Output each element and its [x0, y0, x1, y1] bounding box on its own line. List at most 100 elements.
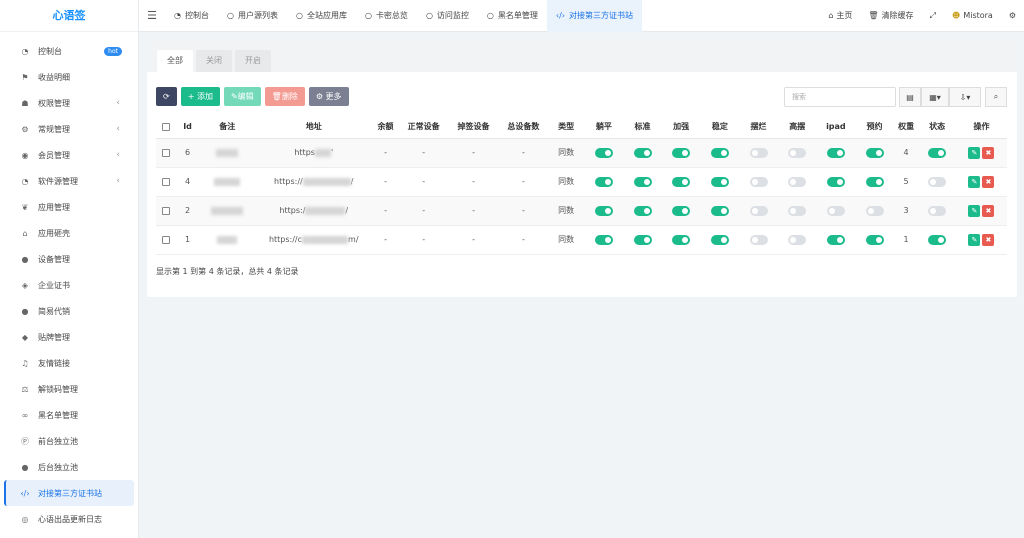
toggle-switch[interactable]	[672, 176, 691, 187]
toggle-switch[interactable]	[826, 205, 845, 216]
column-header[interactable]: Id	[176, 116, 199, 139]
sidebar-item[interactable]: ❦ 应用管理	[4, 194, 134, 220]
sidebar-item[interactable]: ● 后台独立池	[4, 454, 134, 480]
settings-button[interactable]: ⚙	[1001, 11, 1024, 20]
search-button[interactable]: ⌕	[985, 87, 1007, 107]
top-tab[interactable]: ◔ 控制台	[165, 0, 218, 32]
toggle-switch[interactable]	[788, 234, 807, 245]
column-header[interactable]: 总设备数	[499, 116, 548, 139]
toggle-switch[interactable]	[633, 205, 652, 216]
sidebar-item[interactable]: ◔ 控制台 hot	[4, 38, 134, 64]
toggle-switch[interactable]	[710, 147, 729, 158]
status-switch[interactable]	[928, 147, 947, 158]
sidebar-item[interactable]: ♫ 友情链接	[4, 350, 134, 376]
column-header[interactable]: 备注	[198, 116, 256, 139]
column-header[interactable]: 标准	[623, 116, 662, 139]
column-header[interactable]: 正常设备	[399, 116, 449, 139]
column-header[interactable]: 操作	[955, 116, 1007, 139]
toggle-switch[interactable]	[826, 147, 845, 158]
app-logo[interactable]: 心语签	[0, 0, 138, 32]
row-checkbox[interactable]	[162, 206, 171, 215]
add-button[interactable]: + 添加	[180, 87, 220, 106]
top-tab[interactable]: ‹/› 对接第三方证书站	[546, 0, 642, 32]
top-tab[interactable]: ○ 访问监控	[417, 0, 478, 32]
delete-row-button[interactable]: ✖	[982, 146, 995, 159]
sidebar-item[interactable]: ☗ 权限管理 ‹	[4, 90, 134, 116]
toggle-switch[interactable]	[710, 234, 729, 245]
toggle-switch[interactable]	[749, 205, 768, 216]
column-header[interactable]: 类型	[547, 116, 585, 139]
toggle-switch[interactable]	[594, 205, 613, 216]
sidebar-item[interactable]: ◉ 会员管理 ‹	[4, 142, 134, 168]
top-tab[interactable]: ○ 全站应用库	[287, 0, 356, 32]
fullscreen-button[interactable]: ⤢	[922, 11, 944, 21]
delete-row-button[interactable]: ✖	[982, 233, 995, 246]
column-header[interactable]: 稳定	[700, 116, 740, 139]
column-header[interactable]: 掉签设备	[448, 116, 499, 139]
filter-tab[interactable]: 关闭	[196, 50, 232, 72]
toggle-switch[interactable]	[865, 205, 884, 216]
column-header[interactable]: 地址	[255, 116, 372, 139]
toggle-switch[interactable]	[594, 234, 613, 245]
toggle-switch[interactable]	[749, 234, 768, 245]
export-button[interactable]: ⇩▾	[949, 87, 981, 107]
table-row[interactable]: 1 https://c m/- - - - 同数 1 ✎ ✖	[156, 225, 1007, 255]
sidebar-item[interactable]: ∞ 黑名单管理	[4, 402, 134, 428]
column-header[interactable]: ipad	[816, 116, 856, 139]
status-switch[interactable]	[928, 176, 947, 187]
sidebar-item[interactable]: ⚑ 收益明细	[4, 64, 134, 90]
sidebar-item[interactable]: Ⓟ 前台独立池	[4, 428, 134, 454]
delete-row-button[interactable]: ✖	[982, 175, 995, 188]
delete-row-button[interactable]: ✖	[982, 204, 995, 217]
toggle-switch[interactable]	[788, 147, 807, 158]
sidebar-item[interactable]: ‹/› 对接第三方证书站	[4, 480, 134, 506]
clear-cache-button[interactable]: 🗑 清除缓存	[860, 10, 921, 21]
toggle-switch[interactable]	[594, 147, 613, 158]
column-header[interactable]: 状态	[918, 116, 956, 139]
search-input[interactable]: 搜索	[784, 87, 896, 107]
toggle-view-button[interactable]: ▤	[899, 87, 921, 107]
top-tab[interactable]: ○ 卡密总览	[356, 0, 417, 32]
table-row[interactable]: 6 https ' - - - - 同数 4 ✎ ✖	[156, 138, 1007, 168]
select-all-checkbox[interactable]	[162, 122, 171, 131]
row-checkbox[interactable]	[162, 148, 171, 157]
status-switch[interactable]	[928, 205, 947, 216]
top-tab[interactable]: ○ 黑名单管理	[478, 0, 547, 32]
toggle-switch[interactable]	[749, 176, 768, 187]
toggle-switch[interactable]	[788, 205, 807, 216]
refresh-button[interactable]: ⟳	[156, 87, 177, 106]
sidebar-item[interactable]: ● 简易代销	[4, 298, 134, 324]
toggle-switch[interactable]	[865, 234, 884, 245]
filter-tab[interactable]: 全部	[157, 50, 193, 72]
toggle-switch[interactable]	[710, 205, 729, 216]
sidebar-item[interactable]: ◆ 贴牌管理	[4, 324, 134, 350]
column-header[interactable]: 权重	[893, 116, 919, 139]
toggle-switch[interactable]	[749, 147, 768, 158]
menu-toggle-icon[interactable]: ☰	[139, 9, 165, 22]
row-checkbox[interactable]	[162, 235, 171, 244]
row-checkbox[interactable]	[162, 177, 171, 186]
toggle-switch[interactable]	[788, 176, 807, 187]
column-header[interactable]: 高摆	[777, 116, 817, 139]
sidebar-item[interactable]: ◎ 心语出品更新日志	[4, 506, 134, 532]
sidebar-item[interactable]: ⚙ 常规管理 ‹	[4, 116, 134, 142]
column-header[interactable]: 躺平	[584, 116, 624, 139]
toggle-switch[interactable]	[865, 147, 884, 158]
top-tab[interactable]: ○ 用户源列表	[218, 0, 287, 32]
home-link[interactable]: ⌂ 主页	[820, 10, 860, 21]
filter-tab[interactable]: 开启	[235, 50, 271, 72]
toggle-switch[interactable]	[594, 176, 613, 187]
toggle-switch[interactable]	[865, 176, 884, 187]
toggle-switch[interactable]	[633, 234, 652, 245]
table-row[interactable]: 2 https:// - - - - 同数 3 ✎ ✖	[156, 196, 1007, 226]
table-row[interactable]: 4 https:/// - - - - 同数 5 ✎ ✖	[156, 167, 1007, 197]
column-header[interactable]: 预约	[855, 116, 894, 139]
edit-row-button[interactable]: ✎	[968, 175, 981, 188]
sidebar-item[interactable]: ⌂ 应用砸壳	[4, 220, 134, 246]
toggle-switch[interactable]	[672, 205, 691, 216]
user-menu[interactable]: ☻ Mistora	[944, 11, 1001, 20]
toggle-switch[interactable]	[633, 176, 652, 187]
edit-row-button[interactable]: ✎	[968, 146, 981, 159]
toggle-switch[interactable]	[710, 176, 729, 187]
toggle-switch[interactable]	[633, 147, 652, 158]
